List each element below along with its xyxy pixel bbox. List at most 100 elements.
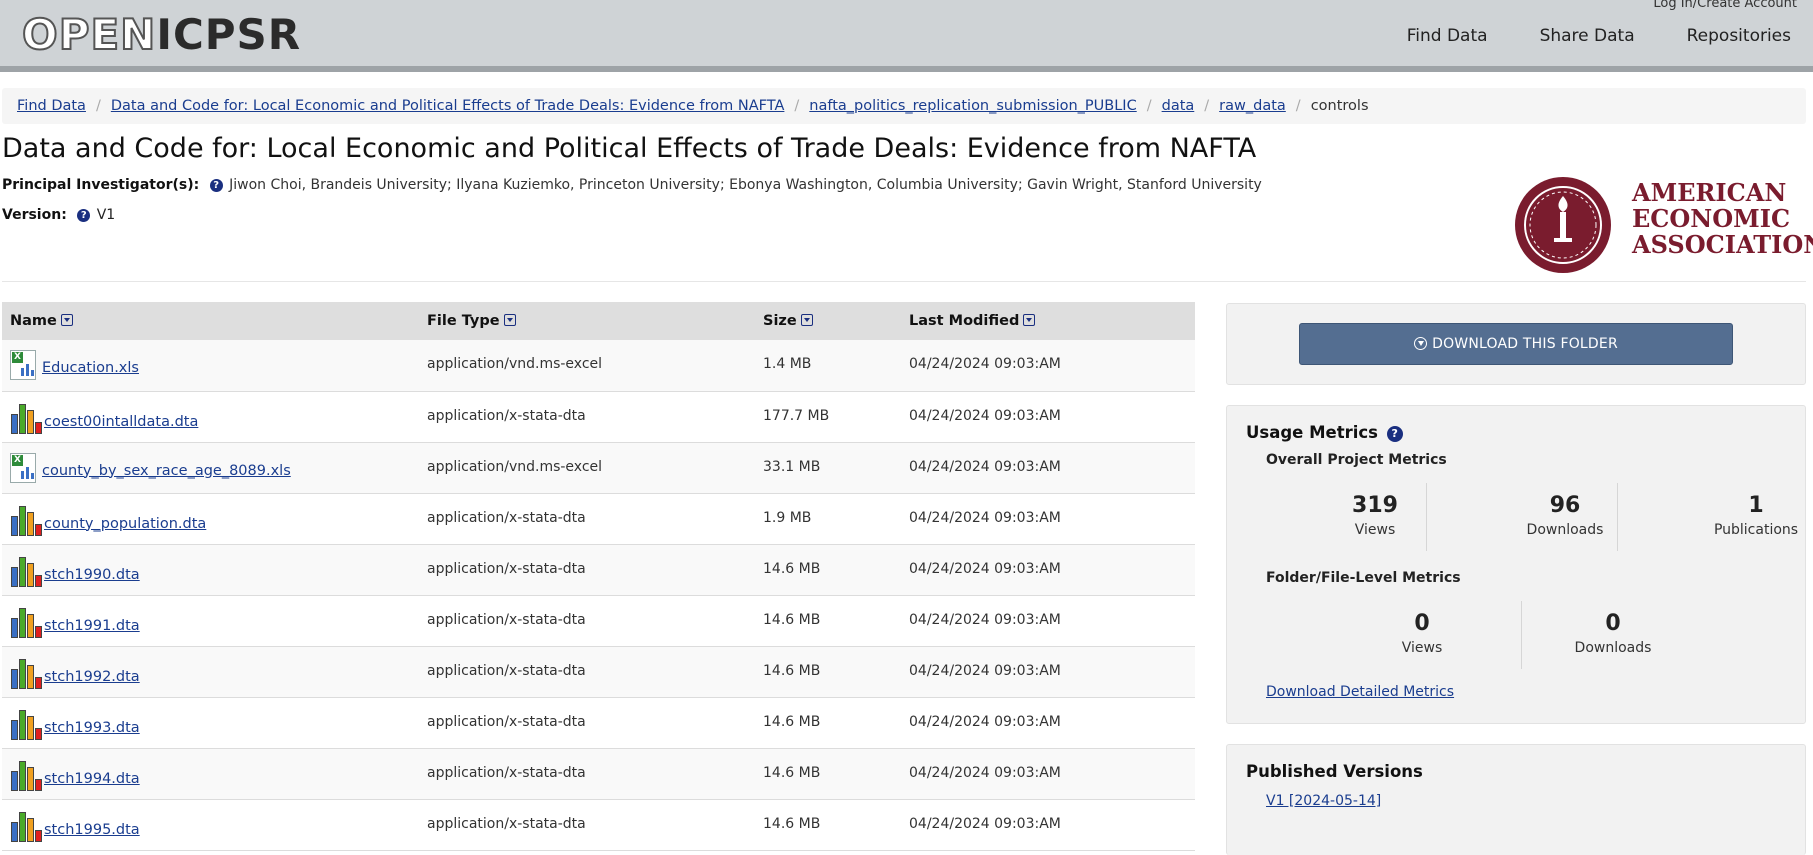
table-row: stch1992.dta application/x-stata-dta 14.6 … (2, 646, 1195, 698)
stata-file-icon (10, 759, 42, 791)
table-row: county_population.dta application/x-stata… (2, 493, 1195, 545)
file-name-cell: stch1990.dta (2, 544, 419, 596)
breadcrumb-find-data[interactable]: Find Data (17, 98, 86, 114)
usage-metrics-heading: Usage Metrics ? (1246, 423, 1405, 442)
table-row: stch1995.dta application/x-stata-dta 14.6 … (2, 799, 1195, 851)
column-header-size[interactable]: Size (755, 302, 901, 340)
overall-downloads-metric: 96 Downloads (1470, 492, 1660, 538)
version-link[interactable]: V1 [2024-05-14] (1266, 793, 1381, 809)
sort-icon[interactable] (800, 314, 813, 326)
file-link[interactable]: Education.xls (42, 360, 139, 376)
sort-icon[interactable] (503, 314, 516, 326)
metric-value: 319 (1352, 493, 1398, 518)
column-header-last-modified[interactable]: Last Modified (901, 302, 1195, 340)
breadcrumb-separator: / (794, 98, 800, 114)
file-modified-cell: 04/24/2024 09:03:AM (901, 748, 1195, 800)
question-icon[interactable]: ? (1386, 426, 1403, 442)
metric-label: Downloads (1526, 522, 1604, 538)
file-type-cell: application/x-stata-dta (419, 697, 755, 749)
metric-label: Publications (1713, 522, 1799, 538)
column-header-name[interactable]: Name (2, 302, 419, 340)
file-link[interactable]: stch1990.dta (44, 567, 140, 583)
breadcrumb-project[interactable]: Data and Code for: Local Economic and Po… (111, 98, 785, 114)
breadcrumb-submission-folder[interactable]: nafta_politics_replication_submission_PU… (809, 98, 1136, 114)
file-link[interactable]: county_population.dta (44, 516, 206, 532)
file-size-cell: 14.6 MB (755, 799, 901, 851)
logo-icpsr-text: ICPSR (156, 10, 302, 59)
metric-label: Downloads (1574, 640, 1652, 656)
nav-repositories[interactable]: Repositories (1687, 26, 1791, 46)
file-size-cell: 14.6 MB (755, 544, 901, 596)
file-link[interactable]: stch1993.dta (44, 720, 140, 736)
aea-logo: AMERICAN ECONOMIC ASSOCIATION (1514, 174, 1813, 276)
file-size-cell: 14.6 MB (755, 595, 901, 647)
metric-value: 0 (1414, 611, 1430, 636)
stata-file-icon (10, 402, 42, 434)
stata-file-icon (10, 810, 42, 842)
table-header-row: Name File Type Size Last Modified (2, 302, 1195, 340)
nav-find-data[interactable]: Find Data (1407, 26, 1488, 46)
file-size-cell: 33.1 MB (755, 442, 901, 494)
folder-downloads-metric: 0 Downloads (1518, 610, 1708, 656)
folder-metrics-heading: Folder/File-Level Metrics (1266, 570, 1461, 586)
file-link[interactable]: stch1992.dta (44, 669, 140, 685)
file-link[interactable]: stch1995.dta (44, 822, 140, 838)
file-type-cell: application/x-stata-dta (419, 544, 755, 596)
download-folder-label: DOWNLOAD THIS FOLDER (1432, 336, 1618, 352)
breadcrumb-current: controls (1310, 98, 1369, 114)
metric-value: 1 (1748, 493, 1764, 518)
file-type-cell: application/x-stata-dta (419, 748, 755, 800)
column-header-file-type[interactable]: File Type (419, 302, 755, 340)
version-value: V1 (96, 207, 116, 223)
page-title: Data and Code for: Local Economic and Po… (2, 133, 1257, 164)
metric-divider (1426, 483, 1427, 551)
file-type-cell: application/vnd.ms-excel (419, 340, 755, 392)
table-row: stch1993.dta application/x-stata-dta 14.6 … (2, 697, 1195, 749)
file-name-cell: stch1994.dta (2, 748, 419, 800)
question-icon[interactable]: ? (209, 179, 223, 192)
excel-file-icon: X (10, 452, 36, 483)
file-link[interactable]: county_by_sex_race_age_8089.xls (42, 463, 291, 479)
breadcrumb-separator: / (1204, 98, 1210, 114)
breadcrumb-separator: / (95, 98, 101, 114)
aea-seal-icon (1515, 177, 1611, 273)
file-link[interactable]: stch1991.dta (44, 618, 140, 634)
file-modified-cell: 04/24/2024 09:03:AM (901, 697, 1195, 749)
table-row: stch1990.dta application/x-stata-dta 14.6 … (2, 544, 1195, 596)
sort-icon[interactable] (60, 314, 73, 326)
file-type-cell: application/x-stata-dta (419, 595, 755, 647)
file-size-cell: 177.7 MB (755, 391, 901, 443)
breadcrumb-data-folder[interactable]: data (1162, 98, 1195, 114)
file-size-cell: 1.4 MB (755, 340, 901, 392)
file-table-body: X Education.xls application/vnd.ms-excel 1.… (2, 340, 1195, 851)
file-link[interactable]: coest00intalldata.dta (44, 414, 198, 430)
download-folder-button[interactable]: DOWNLOAD THIS FOLDER (1299, 323, 1733, 365)
nav-share-data[interactable]: Share Data (1540, 26, 1635, 46)
metric-value: 96 (1549, 493, 1581, 518)
aea-line-2: ECONOMIC (1632, 204, 1791, 233)
download-detailed-metrics-link[interactable]: Download Detailed Metrics (1266, 684, 1454, 700)
stata-file-icon (10, 555, 42, 587)
breadcrumb-raw-data-folder[interactable]: raw_data (1219, 98, 1286, 114)
divider (2, 281, 1806, 282)
folder-views-metric: 0 Views (1327, 610, 1517, 656)
main-nav: Find Data Share Data Repositories (1355, 26, 1791, 46)
published-versions-panel: Published Versions V1 [2024-05-14] (1226, 744, 1806, 855)
file-size-cell: 14.6 MB (755, 646, 901, 698)
breadcrumb-separator: / (1146, 98, 1152, 114)
metric-value: 0 (1605, 611, 1621, 636)
openicpsr-logo[interactable]: OPENICPSR (21, 10, 302, 59)
sort-icon[interactable] (1023, 314, 1036, 326)
question-icon[interactable]: ? (77, 209, 91, 222)
file-modified-cell: 04/24/2024 09:03:AM (901, 391, 1195, 443)
breadcrumb: Find Data / Data and Code for: Local Eco… (2, 88, 1806, 124)
stata-file-icon (10, 606, 42, 638)
file-modified-cell: 04/24/2024 09:03:AM (901, 442, 1195, 494)
aea-line-3: ASSOCIATION (1632, 230, 1813, 259)
file-link[interactable]: stch1994.dta (44, 771, 140, 787)
login-link[interactable]: Log In/Create Account (1653, 0, 1797, 11)
pi-label: Principal Investigator(s) (2, 177, 194, 193)
file-table: Name File Type Size Last Modified X Educa… (2, 302, 1195, 851)
version-label: Version (2, 207, 62, 223)
file-type-cell: application/x-stata-dta (419, 493, 755, 545)
